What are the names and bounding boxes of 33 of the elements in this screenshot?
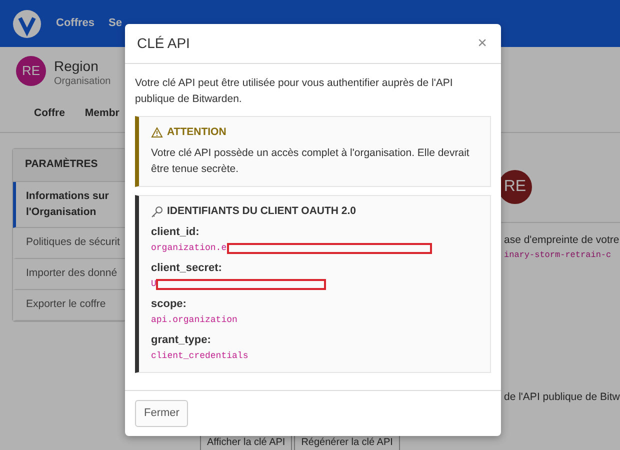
org-avatar: RE: [16, 56, 46, 86]
nav-link[interactable]: Coffres: [56, 15, 95, 32]
field-label: client_id:: [151, 224, 200, 240]
field-value: organization.e: [151, 242, 227, 255]
field-value: api.organization: [151, 314, 238, 327]
field-label: grant_type:: [151, 332, 211, 348]
api-description: de l'API publique de Bitw: [504, 390, 620, 404]
key-icon: [151, 206, 163, 218]
close-button[interactable]: ×: [476, 32, 489, 56]
warning-text: Votre clé API possède un accès complet à l'organisation. Elle devrait être tenue secrète.: [151, 146, 470, 177]
warning-icon: [151, 126, 163, 138]
api-button[interactable]: Afficher la clé API: [200, 435, 292, 450]
modal-title: CLÉ API: [137, 34, 190, 53]
close-button[interactable]: Fermer: [135, 400, 188, 427]
credentials-title: IDENTIFIANTS DU CLIENT OAUTH 2.0: [167, 204, 356, 219]
warning-title: ATTENTION: [167, 124, 226, 140]
field-value: client_credentials: [151, 350, 248, 363]
field-label: scope:: [151, 296, 186, 312]
field-value: U: [151, 278, 156, 291]
shield-logo-icon[interactable]: [12, 8, 42, 38]
org-name: Region: [54, 56, 100, 76]
sidebar-item[interactable]: Informations sur l'Organisation: [13, 182, 125, 228]
sidebar-heading: PARAMÈTRES: [13, 149, 125, 182]
nav-tab[interactable]: Membr: [84, 106, 120, 122]
nav-link[interactable]: Se: [108, 15, 122, 32]
nav-tab[interactable]: Coffre: [34, 106, 65, 122]
fingerprint-phrase: inary-storm-retrain-c: [504, 248, 612, 262]
modal-intro: Votre clé API peut être utilisée pour vous authentifier auprès de l'API publique de Bitwarden.: [135, 76, 454, 107]
fingerprint-label: ase d'empreinte de votre: [504, 233, 620, 248]
org-type: Organisation: [54, 76, 111, 86]
api-button[interactable]: Régénérer la clé API: [294, 435, 400, 450]
field-label: client_secret:: [151, 260, 222, 276]
org-avatar: RE: [498, 170, 532, 204]
